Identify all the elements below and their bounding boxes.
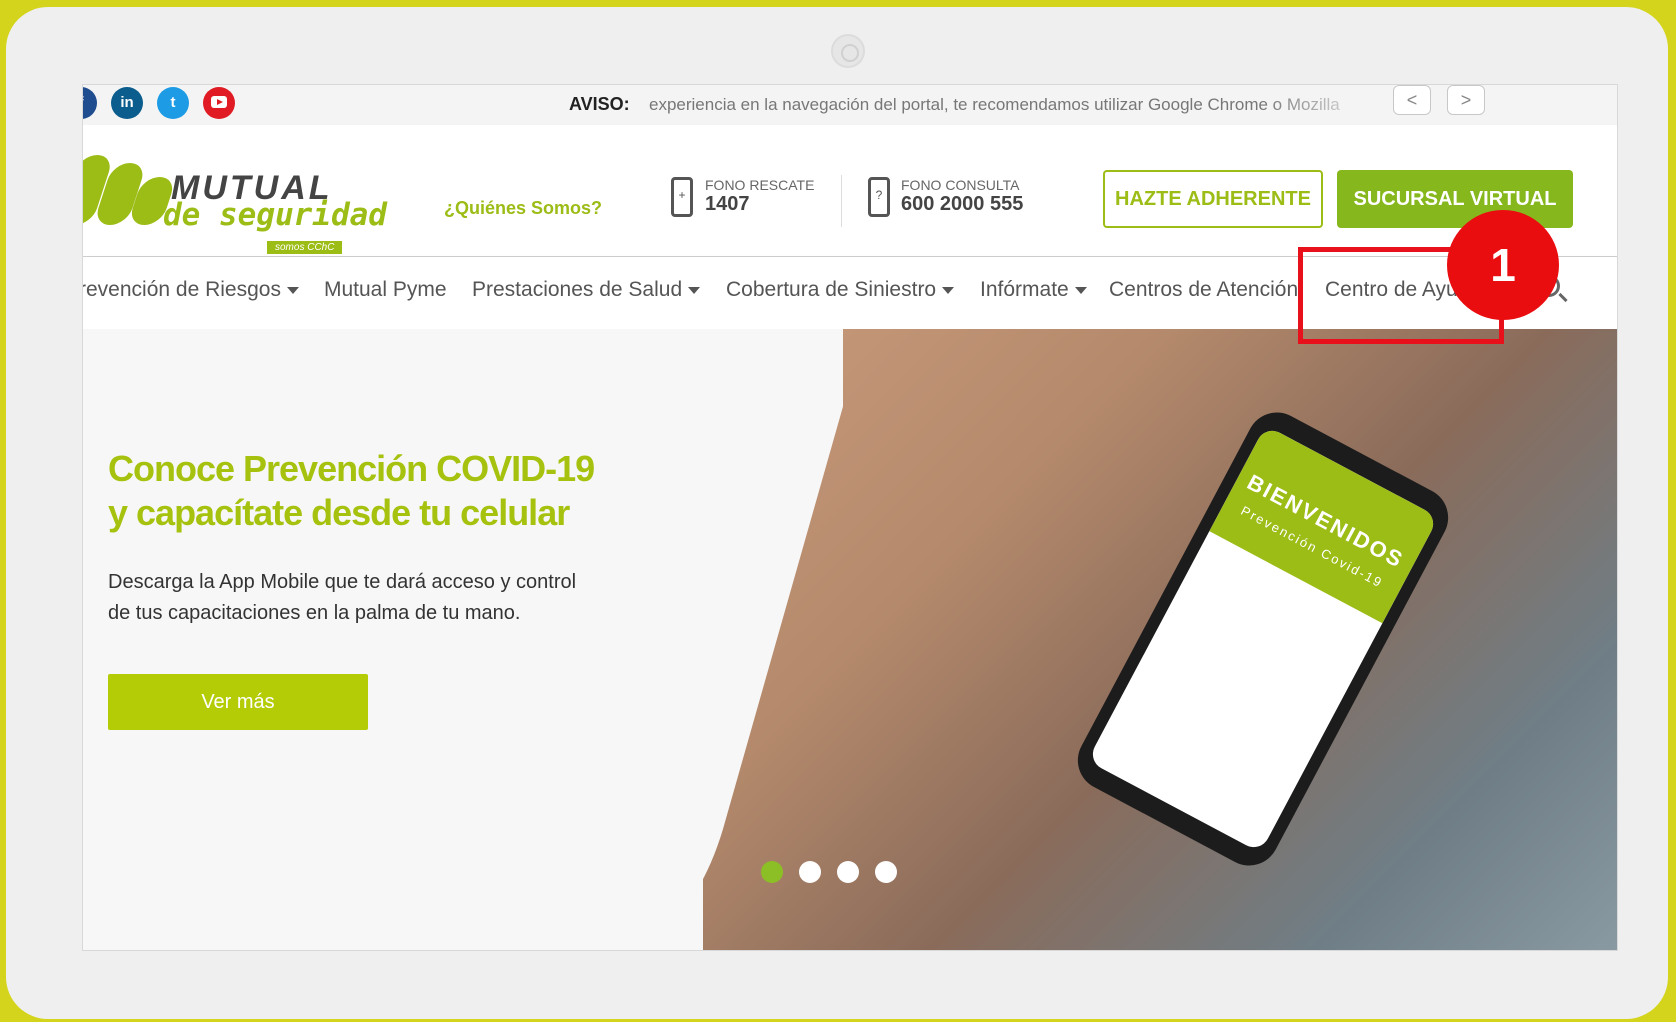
chevron-down-icon bbox=[688, 286, 701, 294]
nav-item-mutual-pyme[interactable]: Mutual Pyme bbox=[324, 278, 447, 302]
camera-icon bbox=[831, 34, 865, 68]
quienes-somos-link[interactable]: ¿Quiénes Somos? bbox=[444, 198, 602, 219]
aviso-label: AVISO: bbox=[569, 94, 630, 114]
ver-mas-button[interactable]: Ver más bbox=[108, 674, 368, 730]
slider-dot-3[interactable] bbox=[837, 861, 859, 883]
hero-slider: BIENVENIDOS Prevención Covid-19 Conoce Pr… bbox=[83, 329, 1617, 950]
nav-item-informate[interactable]: Infórmate bbox=[980, 278, 1087, 302]
chevron-down-icon bbox=[286, 286, 299, 294]
logo-tagline: somos CChC bbox=[267, 241, 343, 254]
ticker-prev-button[interactable]: < bbox=[1393, 85, 1431, 115]
slider-dot-2[interactable] bbox=[799, 861, 821, 883]
chevron-down-icon bbox=[1074, 286, 1087, 294]
phone-rescate-icon: + bbox=[671, 177, 693, 217]
chevron-down-icon bbox=[942, 286, 955, 294]
phone-consulta-icon: ? bbox=[868, 177, 890, 217]
logo-subtitle: de seguridad bbox=[163, 197, 387, 233]
aviso-ticker-text: experiencia en la navegación del portal,… bbox=[649, 95, 1340, 114]
linkedin-icon[interactable]: in bbox=[111, 87, 143, 119]
twitter-icon[interactable]: t bbox=[157, 87, 189, 119]
fono-rescate-number[interactable]: 1407 bbox=[705, 193, 750, 216]
slider-dot-4[interactable] bbox=[875, 861, 897, 883]
fono-consulta-number[interactable]: 600 2000 555 bbox=[901, 193, 1023, 216]
top-bar: f in t AVISO: experiencia en la navegaci… bbox=[83, 85, 1617, 125]
hero-description: Descarga la App Mobile que te dará acces… bbox=[108, 571, 577, 624]
slider-dot-1[interactable] bbox=[761, 861, 783, 883]
youtube-icon[interactable] bbox=[203, 87, 235, 119]
browser-viewport: f in t AVISO: experiencia en la navegaci… bbox=[82, 84, 1618, 951]
nav-item-centros-atencion[interactable]: Centros de Atención bbox=[1109, 278, 1298, 302]
site-header: MUTUAL de seguridad somos CChC ¿Quiénes … bbox=[83, 125, 1617, 257]
step-number-badge: 1 bbox=[1447, 210, 1559, 320]
ticker-next-button[interactable]: > bbox=[1447, 85, 1485, 115]
fono-rescate-label: FONO RESCATE bbox=[705, 177, 815, 193]
header-divider bbox=[841, 175, 842, 227]
hero-curve-panel bbox=[83, 329, 843, 950]
nav-item-prestaciones-salud[interactable]: Prestaciones de Salud bbox=[472, 278, 701, 302]
fono-consulta-label: FONO CONSULTA bbox=[901, 177, 1020, 193]
facebook-icon[interactable]: f bbox=[83, 87, 97, 119]
sucursal-virtual-button[interactable]: SUCURSAL VIRTUAL bbox=[1337, 170, 1573, 228]
hazte-adherente-button[interactable]: HAZTE ADHERENTE bbox=[1103, 170, 1323, 228]
nav-item-prevencion-riesgos[interactable]: revención de Riesgos bbox=[83, 278, 299, 302]
ticker-fade bbox=[1263, 85, 1383, 125]
hero-title: Conoce Prevención COVID-19 y capacítate … bbox=[108, 448, 595, 533]
nav-item-cobertura-siniestro[interactable]: Cobertura de Siniestro bbox=[726, 278, 955, 302]
tablet-frame: f in t AVISO: experiencia en la navegaci… bbox=[6, 7, 1668, 1019]
